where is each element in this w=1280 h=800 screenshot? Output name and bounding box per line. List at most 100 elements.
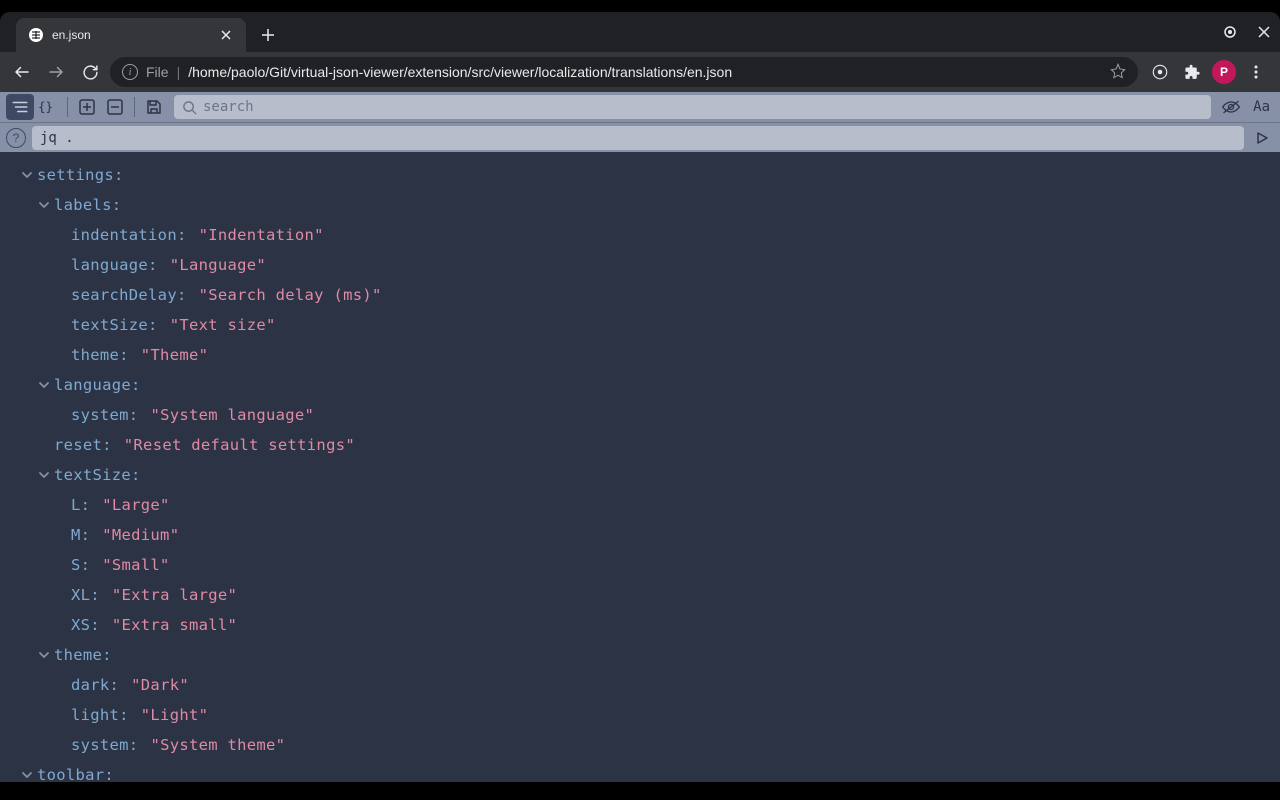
url-scheme: File — [146, 64, 169, 80]
tree-value: "System theme" — [150, 730, 285, 760]
tree-value: "Search delay (ms)" — [199, 280, 382, 310]
tree-row[interactable]: textSize: "Text size" — [20, 310, 1276, 340]
chevron-down-icon[interactable] — [37, 648, 51, 662]
tab-strip: en.json — [0, 12, 1280, 52]
tree-row[interactable]: S: "Small" — [20, 550, 1276, 580]
tree-row[interactable]: theme: — [20, 640, 1276, 670]
tree-row[interactable]: XS:"Extra small" — [20, 610, 1276, 640]
save-button[interactable] — [140, 94, 168, 120]
tree-value: "Reset default settings" — [124, 430, 355, 460]
tree-key: textSize: — [71, 310, 158, 340]
tree-key: system: — [71, 400, 138, 430]
tab-close-icon[interactable] — [218, 27, 234, 43]
tree-key: XL: — [71, 580, 100, 610]
jq-help-icon[interactable]: ? — [6, 128, 26, 148]
tree-value: "Language" — [170, 250, 266, 280]
tree-value: "Indentation" — [199, 220, 324, 250]
browser-menu-icon[interactable] — [1244, 60, 1268, 84]
tree-scroll-area[interactable]: settings:labels:indentation: "Indentation… — [0, 152, 1280, 782]
back-button[interactable] — [8, 58, 36, 86]
url-path: /home/paolo/Git/virtual-json-viewer/exte… — [188, 64, 1102, 80]
tree-row[interactable]: toolbar: — [20, 760, 1276, 782]
tree-row[interactable]: labels: — [20, 190, 1276, 220]
tree-row[interactable]: reset: "Reset default settings" — [20, 430, 1276, 460]
tree-key: indentation: — [71, 220, 187, 250]
forward-button[interactable] — [42, 58, 70, 86]
tree-key: textSize: — [54, 460, 141, 490]
toolbar-divider — [134, 97, 135, 117]
tree-row[interactable]: XL: "Extra large" — [20, 580, 1276, 610]
chevron-down-icon[interactable] — [20, 768, 34, 782]
reload-button[interactable] — [76, 58, 104, 86]
tree-key: M: — [71, 520, 90, 550]
tree-row[interactable]: textSize: — [20, 460, 1276, 490]
search-input[interactable] — [203, 99, 1203, 115]
raw-view-button[interactable]: {} — [34, 94, 62, 120]
chevron-down-icon[interactable] — [20, 168, 34, 182]
chevron-down-icon[interactable] — [37, 378, 51, 392]
tree-key: labels: — [54, 190, 121, 220]
tree-row[interactable]: L: "Large" — [20, 490, 1276, 520]
tree-row[interactable]: light: "Light" — [20, 700, 1276, 730]
jq-input-value: jq . — [40, 130, 74, 146]
tree-value: "Medium" — [102, 520, 179, 550]
expand-all-button[interactable] — [73, 94, 101, 120]
extension-icon[interactable] — [1148, 60, 1172, 84]
tree-key: language: — [54, 370, 141, 400]
tab-favicon-icon — [28, 27, 44, 43]
tree-value: "Light" — [141, 700, 208, 730]
tree-row[interactable]: theme:"Theme" — [20, 340, 1276, 370]
tree-key: toolbar: — [37, 760, 114, 782]
tree-value: "Extra large" — [112, 580, 237, 610]
json-tree: settings:labels:indentation: "Indentation… — [20, 160, 1276, 782]
tree-row[interactable]: language: "Language" — [20, 250, 1276, 280]
tree-key: system: — [71, 730, 138, 760]
search-field[interactable] — [174, 95, 1211, 119]
tree-value: "Small" — [102, 550, 169, 580]
site-info-icon[interactable]: i — [122, 64, 138, 80]
case-sensitive-toggle[interactable]: Aa — [1249, 94, 1274, 120]
tree-row[interactable]: system: "System theme" — [20, 730, 1276, 760]
chevron-down-icon[interactable] — [37, 468, 51, 482]
jq-run-button[interactable] — [1250, 126, 1274, 150]
json-viewer: {} Aa ? — [0, 92, 1280, 782]
tab-title: en.json — [52, 28, 210, 42]
tree-key: settings: — [37, 160, 124, 190]
tree-row[interactable]: indentation: "Indentation" — [20, 220, 1276, 250]
tree-key: reset: — [54, 430, 112, 460]
window-minimize-icon[interactable] — [1218, 20, 1242, 44]
tree-row[interactable]: searchDelay: "Search delay (ms)" — [20, 280, 1276, 310]
browser-tab[interactable]: en.json — [16, 18, 246, 52]
profile-avatar[interactable]: P — [1212, 60, 1236, 84]
toolbar-divider — [67, 97, 68, 117]
tree-value: "Dark" — [131, 670, 189, 700]
tree-value: "Text size" — [170, 310, 276, 340]
visibility-toggle-icon[interactable] — [1217, 94, 1245, 120]
tree-row[interactable]: dark: "Dark" — [20, 670, 1276, 700]
tree-row[interactable]: language: — [20, 370, 1276, 400]
tree-key: searchDelay: — [71, 280, 187, 310]
jq-row: ? jq . — [0, 122, 1280, 152]
tree-view-button[interactable] — [6, 94, 34, 120]
address-bar-row: i File | /home/paolo/Git/virtual-json-vi… — [0, 52, 1280, 92]
tree-row[interactable]: settings: — [20, 160, 1276, 190]
search-icon — [182, 100, 197, 115]
chevron-down-icon[interactable] — [37, 198, 51, 212]
extensions-puzzle-icon[interactable] — [1180, 60, 1204, 84]
tree-value: "System language" — [150, 400, 314, 430]
tree-row[interactable]: M: "Medium" — [20, 520, 1276, 550]
tree-key: light: — [71, 700, 129, 730]
tree-value: "Theme" — [141, 340, 208, 370]
tree-row[interactable]: system: "System language" — [20, 400, 1276, 430]
jq-input[interactable]: jq . — [32, 126, 1244, 150]
tree-key: S: — [71, 550, 90, 580]
tree-key: language: — [71, 250, 158, 280]
collapse-all-button[interactable] — [101, 94, 129, 120]
new-tab-button[interactable] — [254, 21, 282, 49]
window-close-icon[interactable] — [1252, 20, 1276, 44]
address-bar[interactable]: i File | /home/paolo/Git/virtual-json-vi… — [110, 57, 1138, 87]
tree-key: L: — [71, 490, 90, 520]
tree-key: dark: — [71, 670, 119, 700]
tree-value: "Large" — [102, 490, 169, 520]
bookmark-star-icon[interactable] — [1110, 63, 1126, 82]
